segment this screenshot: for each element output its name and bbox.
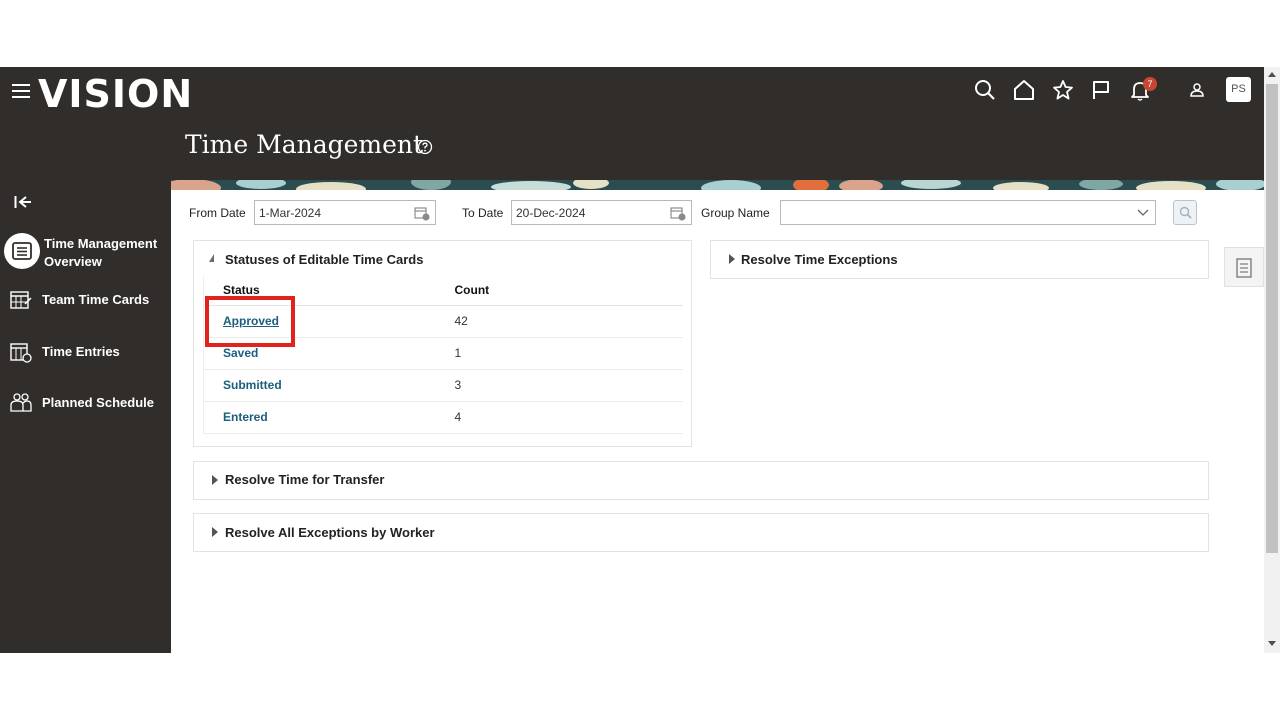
sidebar-item-label: Planned Schedule	[42, 395, 154, 410]
from-date-value: 1-Mar-2024	[259, 206, 322, 220]
scrollbar-thumb[interactable]	[1266, 84, 1278, 553]
highlight-box	[205, 296, 295, 347]
menu-icon[interactable]	[12, 84, 30, 100]
side-panel-toggle[interactable]	[1224, 247, 1264, 287]
vertical-scrollbar[interactable]	[1264, 67, 1280, 653]
user-avatar[interactable]: PS	[1226, 77, 1251, 102]
people-schedule-icon	[10, 393, 32, 412]
sidebar-item-label: Time Entries	[42, 344, 120, 359]
count-cell: 42	[454, 305, 683, 338]
worker-exceptions-panel-title[interactable]: Resolve All Exceptions by Worker	[225, 525, 435, 540]
table-row: Submitted 3	[203, 369, 683, 402]
to-date-label: To Date	[462, 206, 504, 220]
to-date-value: 20-Dec-2024	[516, 206, 586, 220]
count-cell: 3	[454, 369, 683, 402]
flag-icon[interactable]	[1090, 79, 1112, 101]
scroll-up-arrow-icon[interactable]	[1268, 71, 1276, 77]
scroll-down-arrow-icon[interactable]	[1268, 641, 1276, 647]
column-header-count[interactable]: Count	[454, 276, 683, 306]
search-icon	[1179, 206, 1192, 219]
calendar-icon[interactable]	[670, 205, 686, 221]
app-logo[interactable]: VISION	[38, 72, 193, 116]
expand-triangle-icon[interactable]	[729, 254, 735, 264]
sidebar-item-planned-schedule[interactable]: Planned Schedule	[0, 391, 171, 421]
sidebar-item-time-management-overview[interactable]: Time Management Overview	[0, 233, 171, 273]
search-icon[interactable]	[974, 79, 996, 101]
calendar-clock-icon	[10, 343, 32, 363]
global-header: VISION 7 PS Time Management	[0, 67, 1264, 180]
count-cell: 4	[454, 401, 683, 434]
app-window: VISION 7 PS Time Management Time Managem…	[0, 67, 1280, 653]
calendar-grid-icon	[10, 291, 32, 309]
status-link-entered[interactable]: Entered	[223, 410, 268, 424]
count-cell: 1	[454, 337, 683, 370]
search-button[interactable]	[1173, 200, 1197, 225]
sidebar: Time Management Overview Team Time Cards	[0, 180, 171, 653]
notification-count-badge: 7	[1143, 77, 1157, 91]
table-row: Entered 4	[203, 401, 683, 434]
from-date-input[interactable]: 1-Mar-2024	[254, 200, 436, 225]
sidebar-item-time-entries[interactable]: Time Entries	[0, 340, 171, 370]
collapse-triangle-icon[interactable]	[209, 254, 214, 262]
chevron-down-icon[interactable]	[1137, 209, 1149, 217]
favorites-star-icon[interactable]	[1052, 79, 1074, 101]
help-icon[interactable]	[417, 139, 433, 155]
sidebar-item-team-time-cards[interactable]: Team Time Cards	[0, 288, 171, 318]
sidebar-item-label: Overview	[44, 254, 102, 269]
status-link-saved[interactable]: Saved	[223, 346, 258, 360]
collapse-sidebar-icon[interactable]	[14, 195, 32, 209]
document-icon	[1236, 258, 1252, 278]
user-icon[interactable]	[1188, 81, 1206, 99]
sidebar-item-label: Time Management	[44, 236, 158, 251]
status-link-submitted[interactable]: Submitted	[223, 378, 282, 392]
group-name-select[interactable]	[780, 200, 1156, 225]
decorative-banner	[171, 180, 1264, 190]
statuses-panel-title[interactable]: Statuses of Editable Time Cards	[225, 252, 423, 267]
home-icon[interactable]	[1013, 79, 1035, 101]
sidebar-item-label: Team Time Cards	[42, 292, 150, 307]
time-transfer-panel-title[interactable]: Resolve Time for Transfer	[225, 472, 384, 487]
to-date-input[interactable]: 20-Dec-2024	[511, 200, 692, 225]
calendar-icon[interactable]	[414, 205, 430, 221]
expand-triangle-icon[interactable]	[212, 475, 218, 485]
page-title: Time Management	[185, 130, 424, 159]
expand-triangle-icon[interactable]	[212, 527, 218, 537]
group-name-label: Group Name	[701, 206, 770, 220]
time-exceptions-panel-title[interactable]: Resolve Time Exceptions	[741, 252, 898, 267]
from-date-label: From Date	[189, 206, 246, 220]
list-icon	[12, 242, 32, 260]
